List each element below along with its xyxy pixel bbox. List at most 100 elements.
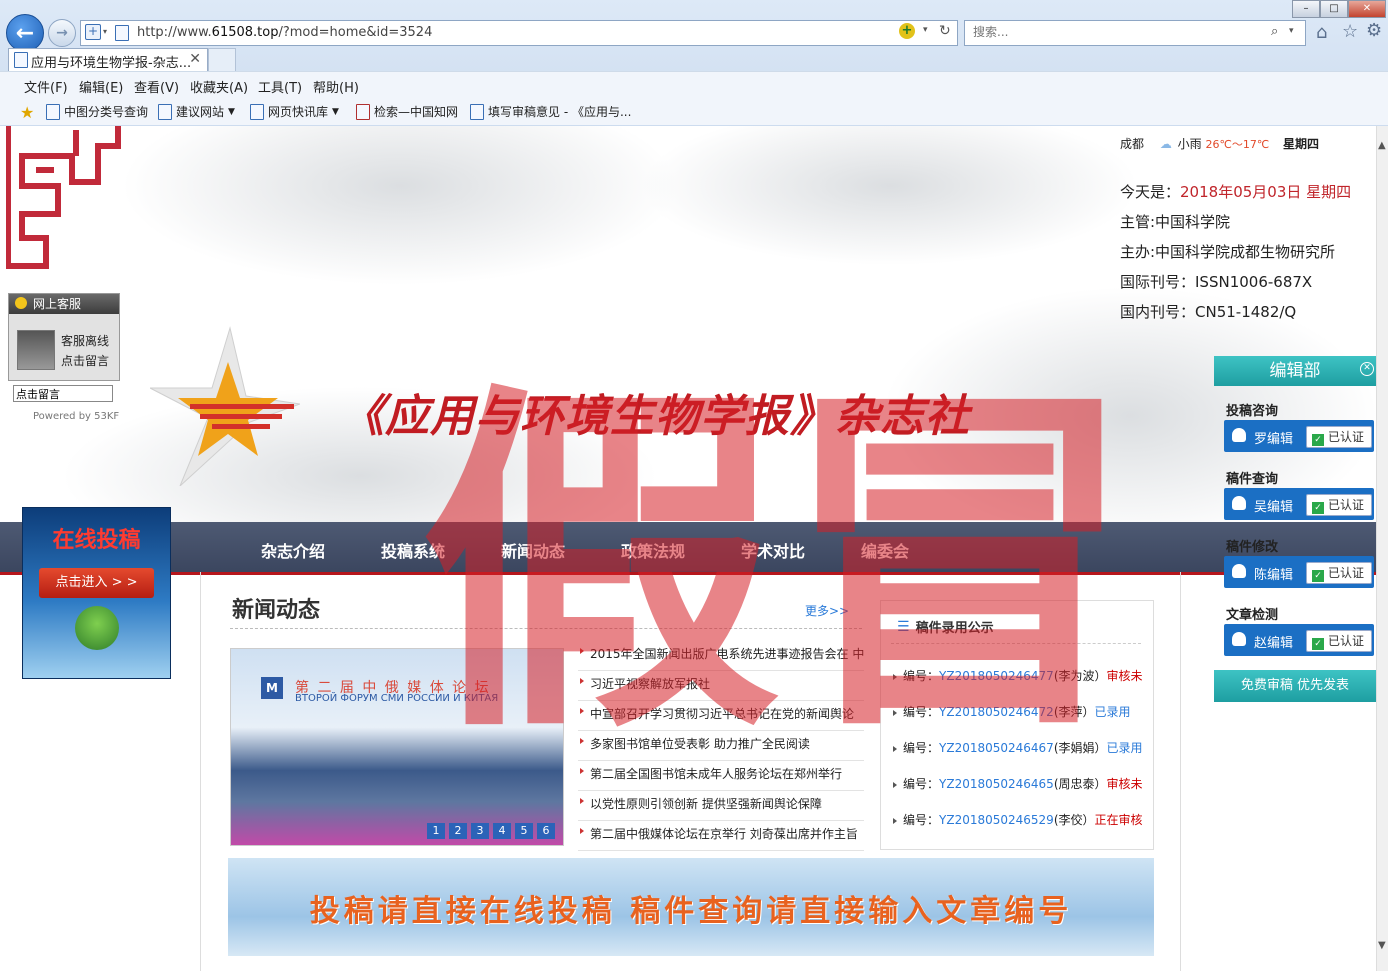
- slide-page-5[interactable]: 5: [515, 823, 533, 839]
- news-item[interactable]: 第二届中俄媒体论坛在京举行 刘奇葆出席并作主旨: [578, 820, 864, 851]
- home-icon[interactable]: ⌂: [1316, 22, 1327, 43]
- favorites-add-icon[interactable]: ★: [20, 103, 34, 122]
- url-prefix: http://www.: [137, 25, 212, 40]
- qq-penguin-icon: [1232, 496, 1246, 510]
- favorites-star-icon[interactable]: ☆: [1342, 21, 1358, 42]
- news-item[interactable]: 第二届全国图书馆未成年人服务论坛在郑州举行: [578, 760, 864, 791]
- nav-academic[interactable]: 学术对比: [741, 538, 805, 562]
- news-item[interactable]: 习近平视察解放军报社: [578, 670, 864, 701]
- record-row[interactable]: 编号：YZ2018050246529(李佼）正在审核: [893, 811, 1143, 828]
- today-value: 2018年05月03日 星期四: [1180, 183, 1352, 201]
- enter-button[interactable]: 点击进入 > >: [39, 568, 154, 598]
- menu-edit[interactable]: 编辑(E): [79, 77, 123, 96]
- free-review-button[interactable]: 免费审稿 优先发表: [1214, 670, 1376, 702]
- fav-item[interactable]: 中图分类号查询: [46, 103, 148, 120]
- search-icon[interactable]: ⌕: [1271, 24, 1278, 39]
- arrow-icon: [893, 674, 897, 680]
- news-item[interactable]: 多家图书馆单位受表彰 助力推广全民阅读: [578, 730, 864, 761]
- cnki-icon: [356, 103, 370, 120]
- online-submit-title: 在线投稿: [52, 527, 141, 553]
- refresh-icon[interactable]: ↻: [939, 23, 951, 39]
- scroll-down-icon[interactable]: ▼: [1378, 940, 1386, 951]
- fav-item[interactable]: 网页快讯库 ▼: [250, 103, 339, 120]
- slide-page-1[interactable]: 1: [427, 823, 445, 839]
- slide-page-6[interactable]: 6: [537, 823, 555, 839]
- news-section-title: 新闻动态: [232, 598, 321, 623]
- site-title: 《应用与环境生物学报》杂志社: [340, 391, 970, 442]
- url-dropdown-icon[interactable]: ▾: [923, 25, 928, 35]
- record-row[interactable]: 编号：YZ2018050246472(李萍）已录用: [893, 703, 1131, 720]
- back-button[interactable]: ←: [6, 14, 44, 52]
- news-item-text: 第二届中俄媒体论坛在京举行 刘奇葆出席并作主旨: [590, 827, 858, 841]
- slide-page-2[interactable]: 2: [449, 823, 467, 839]
- nav-policy[interactable]: 政策法规: [621, 538, 685, 562]
- search-dropdown-icon[interactable]: ▾: [1289, 26, 1294, 36]
- record-id[interactable]: YZ2018050246477: [939, 669, 1054, 683]
- vertical-scrollbar[interactable]: ▲ ▼: [1376, 126, 1388, 971]
- scroll-up-icon[interactable]: ▲: [1378, 140, 1386, 151]
- notice-banner: 投稿请直接在线投稿 稿件查询请直接输入文章编号: [228, 858, 1154, 956]
- nav-news[interactable]: 新闻动态: [501, 538, 565, 562]
- editor-contact-button[interactable]: 陈编辑 ✓ 已认证: [1224, 556, 1374, 588]
- security-shield-icon[interactable]: +: [85, 24, 101, 40]
- menu-favorites[interactable]: 收藏夹(A): [190, 77, 248, 96]
- arrow-icon: [580, 678, 584, 684]
- record-id[interactable]: YZ2018050246472: [939, 705, 1054, 719]
- customer-service-widget[interactable]: 网上客服 客服离线 点击留言: [8, 293, 120, 381]
- cn-number: 国内刊号：CN51-1482/Q: [1120, 303, 1297, 321]
- news-item[interactable]: 以党性原则引领创新 提供坚强新闻舆论保障: [578, 790, 864, 821]
- slide-page-4[interactable]: 4: [493, 823, 511, 839]
- arrow-icon: [893, 782, 897, 788]
- search-box[interactable]: ⌕ ▾: [964, 20, 1306, 46]
- nav-about[interactable]: 杂志介绍: [261, 538, 325, 562]
- editor-contact-button[interactable]: 罗编辑 ✓ 已认证: [1224, 420, 1374, 452]
- fav-label: 中图分类号查询: [64, 105, 149, 119]
- divider: [891, 643, 1141, 644]
- menu-help[interactable]: 帮助(H): [313, 77, 359, 96]
- settings-gear-icon[interactable]: ⚙: [1366, 20, 1382, 41]
- fav-item[interactable]: 填写审稿意见 - 《应用与...: [470, 103, 631, 120]
- news-more-link[interactable]: 更多>>: [805, 602, 849, 619]
- editor-contact-button[interactable]: 吴编辑 ✓ 已认证: [1224, 488, 1374, 520]
- address-bar[interactable]: + ▾ http://www.61508.top/?mod=home&id=35…: [80, 20, 958, 46]
- browser-tab[interactable]: 应用与环境生物学报-杂志... ✕: [8, 48, 208, 71]
- menu-tools[interactable]: 工具(T): [258, 77, 302, 96]
- new-tab-button[interactable]: [208, 48, 236, 72]
- close-window-button[interactable]: ✕: [1348, 0, 1386, 18]
- record-id[interactable]: YZ2018050246529: [939, 813, 1054, 827]
- forum-logo-icon: M: [261, 677, 283, 699]
- news-item[interactable]: 中宣部召开学习贯彻习近平总书记在党的新闻舆论: [578, 700, 864, 731]
- record-row[interactable]: 编号：YZ2018050246465(周忠泰）审核未: [893, 775, 1143, 792]
- dropdown-arrow-icon[interactable]: ▾: [103, 27, 107, 36]
- news-item[interactable]: 2015年全国新闻出版广电系统先进事迹报告会在 中: [578, 640, 864, 671]
- slide-page-3[interactable]: 3: [471, 823, 489, 839]
- menu-file[interactable]: 文件(F): [24, 77, 68, 96]
- tab-close-icon[interactable]: ✕: [189, 51, 201, 67]
- menu-bar: 文件(F) 编辑(E) 查看(V) 收藏夹(A) 工具(T) 帮助(H): [0, 71, 1388, 98]
- browser-chrome: ← → + ▾ http://www.61508.top/?mod=home&i…: [0, 0, 1388, 127]
- close-icon[interactable]: ✕: [1360, 362, 1374, 376]
- page-icon: [470, 103, 484, 120]
- compat-view-icon[interactable]: +: [899, 23, 915, 39]
- editor-contact-button[interactable]: 赵编辑 ✓ 已认证: [1224, 624, 1374, 656]
- fav-item[interactable]: 检索—中国知网: [356, 103, 458, 120]
- online-submit-panel[interactable]: 在线投稿 点击进入 > >: [22, 507, 171, 679]
- minimize-button[interactable]: –: [1292, 0, 1320, 18]
- record-row[interactable]: 编号：YZ2018050246467(李娟娟）已录用: [893, 739, 1143, 756]
- record-name: (周忠泰）: [1053, 777, 1107, 791]
- record-id[interactable]: YZ2018050246465: [939, 777, 1054, 791]
- url-text[interactable]: http://www.61508.top/?mod=home&id=3524: [137, 25, 432, 40]
- forward-button[interactable]: →: [48, 19, 76, 47]
- nav-submission-system[interactable]: 投稿系统: [381, 538, 445, 562]
- cs-leave-message[interactable]: 点击留言: [61, 352, 109, 369]
- record-id[interactable]: YZ2018050246467: [939, 741, 1054, 755]
- news-slideshow[interactable]: M 第 二 届 中 俄 媒 体 论 坛 ВТОРОЙ ФОРУМ СМИ РОС…: [230, 648, 564, 846]
- fav-item[interactable]: 建议网站 ▼: [158, 103, 235, 120]
- record-row[interactable]: 编号：YZ2018050246477(李为波）审核未: [893, 667, 1143, 684]
- search-input[interactable]: [971, 24, 1265, 40]
- menu-view[interactable]: 查看(V): [134, 77, 179, 96]
- leave-message-input[interactable]: [13, 385, 113, 402]
- nav-editorial-board[interactable]: 编委会: [861, 538, 909, 562]
- tab-page-icon: [14, 52, 28, 68]
- maximize-button[interactable]: □: [1320, 0, 1348, 18]
